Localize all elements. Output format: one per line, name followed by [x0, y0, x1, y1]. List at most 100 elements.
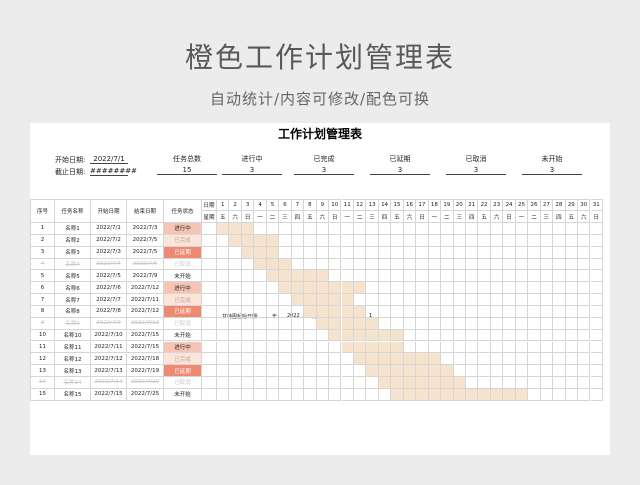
task-start-date[interactable]: 2022/7/3 — [91, 246, 127, 259]
gantt-cell — [565, 282, 579, 295]
start-date-value[interactable]: 2022/7/1 — [90, 155, 128, 164]
gantt-spacer — [202, 270, 217, 283]
weekday-header: 五 — [565, 211, 579, 223]
gantt-cell — [266, 305, 280, 318]
task-start-date[interactable]: 2022/7/4 — [91, 258, 127, 271]
gantt-cell — [279, 388, 292, 401]
task-start-date[interactable]: 2022/7/15 — [91, 388, 127, 401]
task-end-date[interactable]: 2022/7/12 — [127, 282, 164, 295]
task-status[interactable]: 已完成 — [164, 353, 202, 366]
task-end-date[interactable]: 2022/7/11 — [127, 294, 164, 306]
task-name[interactable]: 名称8 — [55, 305, 91, 318]
task-end-date[interactable]: 2022/7/19 — [127, 365, 164, 378]
gantt-cell — [590, 329, 603, 342]
gantt-cell — [304, 377, 317, 389]
task-status[interactable]: 进行中 — [164, 341, 202, 354]
task-end-date[interactable]: 2022/7/13 — [127, 317, 164, 330]
task-name[interactable]: 名称10 — [55, 329, 91, 342]
task-end-date[interactable]: 2022/7/9 — [127, 270, 164, 283]
task-end-date[interactable]: 2022/7/25 — [127, 388, 164, 401]
gantt-cell — [466, 258, 479, 271]
task-end-date[interactable]: 2022/7/5 — [127, 246, 164, 259]
task-start-date[interactable]: 2022/7/7 — [91, 294, 127, 306]
task-start-date[interactable]: 2022/7/5 — [91, 270, 127, 283]
gantt-cell — [453, 282, 466, 295]
task-status[interactable]: 已取消 — [164, 377, 202, 389]
gantt-cell — [503, 282, 516, 295]
task-name[interactable]: 名称3 — [55, 246, 91, 259]
task-end-date[interactable]: 2022/7/6 — [127, 258, 164, 271]
task-name[interactable]: 名称9 — [55, 317, 91, 330]
weekday-header: 四 — [553, 211, 566, 223]
gantt-bar-cell — [329, 282, 342, 295]
gantt-bar-cell — [466, 388, 479, 401]
gantt-cell — [441, 294, 454, 306]
task-end-date[interactable]: 2022/7/5 — [127, 234, 164, 247]
gantt-cell — [441, 270, 454, 283]
task-status[interactable]: 已延期 — [164, 246, 202, 259]
task-status[interactable]: 已延期 — [164, 365, 202, 378]
task-end-date[interactable]: 2022/7/20 — [127, 377, 164, 389]
task-end-date[interactable]: 2022/7/3 — [127, 223, 164, 235]
task-name[interactable]: 名称15 — [55, 388, 91, 401]
gantt-bar-cell — [304, 270, 317, 283]
task-name[interactable]: 名称13 — [55, 365, 91, 378]
task-status[interactable]: 已取消 — [164, 317, 202, 330]
gantt-cell — [279, 329, 292, 342]
task-status[interactable]: 未开始 — [164, 270, 202, 283]
task-name[interactable]: 名称4 — [55, 258, 91, 271]
task-end-date[interactable]: 2022/7/15 — [127, 329, 164, 342]
task-name[interactable]: 名称2 — [55, 234, 91, 247]
gantt-cell — [229, 341, 242, 354]
gantt-bar-cell — [316, 282, 330, 295]
task-start-date[interactable]: 2022/7/12 — [91, 353, 127, 366]
gantt-cell — [540, 246, 554, 259]
task-end-date[interactable]: 2022/7/18 — [127, 353, 164, 366]
task-name[interactable]: 名称5 — [55, 270, 91, 283]
gantt-bar-cell — [403, 377, 417, 389]
task-name[interactable]: 名称1 — [55, 223, 91, 235]
task-status[interactable]: 进行中 — [164, 282, 202, 295]
task-status[interactable]: 已完成 — [164, 294, 202, 306]
task-start-date[interactable]: 2022/7/11 — [91, 341, 127, 354]
task-name[interactable]: 名称12 — [55, 353, 91, 366]
gantt-cell — [515, 317, 529, 330]
gantt-spacer — [202, 246, 217, 259]
task-status[interactable]: 已取消 — [164, 258, 202, 271]
end-date-value[interactable]: ######## — [90, 167, 137, 176]
gantt-cell — [478, 341, 491, 354]
gantt-spacer — [202, 305, 217, 318]
task-name[interactable]: 名称14 — [55, 377, 91, 389]
task-start-date[interactable]: 2022/7/2 — [91, 234, 127, 247]
task-start-date[interactable]: 2022/7/6 — [91, 282, 127, 295]
task-name[interactable]: 名称6 — [55, 282, 91, 295]
task-name[interactable]: 名称11 — [55, 341, 91, 354]
task-status[interactable]: 进行中 — [164, 223, 202, 235]
gantt-bar-cell — [304, 305, 317, 318]
task-name[interactable]: 名称7 — [55, 294, 91, 306]
task-status[interactable]: 未开始 — [164, 388, 202, 401]
task-status[interactable]: 已完成 — [164, 234, 202, 247]
task-start-date[interactable]: 2022/7/14 — [91, 377, 127, 389]
gantt-cell — [266, 329, 280, 342]
gantt-cell — [578, 365, 591, 378]
gantt-cell — [441, 234, 454, 247]
gantt-cell — [540, 317, 554, 330]
task-status[interactable]: 已延期 — [164, 305, 202, 318]
gantt-cell — [478, 377, 491, 389]
task-start-date[interactable]: 2022/7/8 — [91, 305, 127, 318]
task-start-date[interactable]: 2022/7/10 — [91, 329, 127, 342]
task-status[interactable]: 未开始 — [164, 329, 202, 342]
gantt-cell — [515, 377, 529, 389]
gantt-cell — [241, 365, 255, 378]
task-start-date[interactable]: 2022/7/1 — [91, 223, 127, 235]
gantt-cell — [291, 223, 305, 235]
gantt-cell — [316, 365, 330, 378]
task-end-date[interactable]: 2022/7/15 — [127, 341, 164, 354]
task-end-date[interactable]: 2022/7/12 — [127, 305, 164, 318]
gantt-cell — [241, 353, 255, 366]
task-start-date[interactable]: 2022/7/9 — [91, 317, 127, 330]
gantt-cell — [266, 388, 280, 401]
gantt-cell — [540, 234, 554, 247]
task-start-date[interactable]: 2022/7/13 — [91, 365, 127, 378]
